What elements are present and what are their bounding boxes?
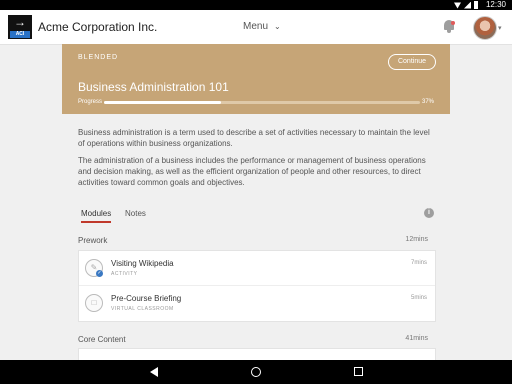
course-header: BLENDED Continue Business Administration… bbox=[62, 44, 450, 114]
continue-button[interactable]: Continue bbox=[388, 54, 436, 70]
menu-dropdown[interactable]: Menu ⌄ bbox=[243, 21, 281, 32]
module-duration: 7mins bbox=[410, 260, 427, 266]
completed-check-icon: ✓ bbox=[96, 270, 103, 277]
classroom-icon: □ bbox=[85, 294, 103, 312]
module-type: VIRTUAL CLASSROOM bbox=[111, 306, 174, 312]
recents-icon[interactable] bbox=[354, 367, 363, 376]
module-type: ACTIVITY bbox=[111, 271, 138, 277]
notification-bell-icon[interactable] bbox=[443, 20, 455, 33]
course-description-1: Business administration is a term used t… bbox=[78, 128, 430, 148]
avatar-chevron-down-icon[interactable]: ▾ bbox=[498, 24, 502, 32]
progress-percent: 37% bbox=[422, 99, 435, 105]
progress-bar bbox=[104, 101, 420, 104]
progress-fill bbox=[104, 101, 221, 104]
course-description-2: The administration of a business include… bbox=[78, 156, 426, 187]
progress-label: Progress bbox=[78, 99, 103, 105]
notification-dot bbox=[451, 21, 455, 25]
module-item[interactable]: □ Pre-Course Briefing VIRTUAL CLASSROOM … bbox=[79, 285, 435, 320]
section-duration: 12mins bbox=[405, 236, 428, 243]
section-header-prework: Prework 12mins bbox=[78, 236, 428, 245]
section-title: Core Content bbox=[78, 335, 126, 344]
module-list-prework: ✎ ✓ Visiting Wikipedia ACTIVITY 7mins □ … bbox=[78, 250, 436, 322]
course-type: BLENDED bbox=[78, 54, 119, 61]
tab-notes[interactable]: Notes bbox=[125, 209, 146, 218]
course-tabs: Modules Notes i bbox=[78, 207, 438, 223]
section-duration: 41mins bbox=[405, 335, 428, 342]
course-title: Business Administration 101 bbox=[78, 80, 229, 94]
logo-text: ACI bbox=[10, 31, 30, 38]
wifi-icon bbox=[454, 2, 461, 9]
system-nav-bar bbox=[0, 360, 512, 384]
menu-label: Menu bbox=[243, 21, 269, 32]
tab-modules[interactable]: Modules bbox=[81, 209, 112, 223]
company-logo[interactable]: → ACI bbox=[8, 15, 32, 39]
back-icon[interactable] bbox=[150, 367, 158, 377]
module-title: Pre-Course Briefing bbox=[111, 294, 182, 303]
chevron-down-icon: ⌄ bbox=[274, 22, 281, 31]
module-title: Visiting Wikipedia bbox=[111, 259, 174, 268]
home-icon[interactable] bbox=[251, 367, 261, 377]
module-item[interactable]: ✎ ✓ Visiting Wikipedia ACTIVITY 7mins bbox=[79, 251, 435, 285]
user-avatar[interactable] bbox=[473, 16, 497, 40]
signal-icon bbox=[464, 1, 471, 9]
app-title: Acme Corporation Inc. bbox=[38, 20, 158, 34]
section-title: Prework bbox=[78, 236, 108, 245]
status-icons bbox=[454, 1, 478, 9]
info-icon[interactable]: i bbox=[424, 208, 434, 218]
section-header-core-content: Core Content 41mins bbox=[78, 335, 428, 344]
arrow-right-icon: → bbox=[14, 15, 26, 29]
status-time: 12:30 bbox=[485, 0, 506, 9]
app-bar: → ACI Acme Corporation Inc. Menu ⌄ ▾ bbox=[0, 10, 512, 45]
battery-icon bbox=[474, 1, 478, 9]
module-duration: 5mins bbox=[410, 295, 427, 301]
status-bar: 12:30 bbox=[0, 0, 512, 10]
